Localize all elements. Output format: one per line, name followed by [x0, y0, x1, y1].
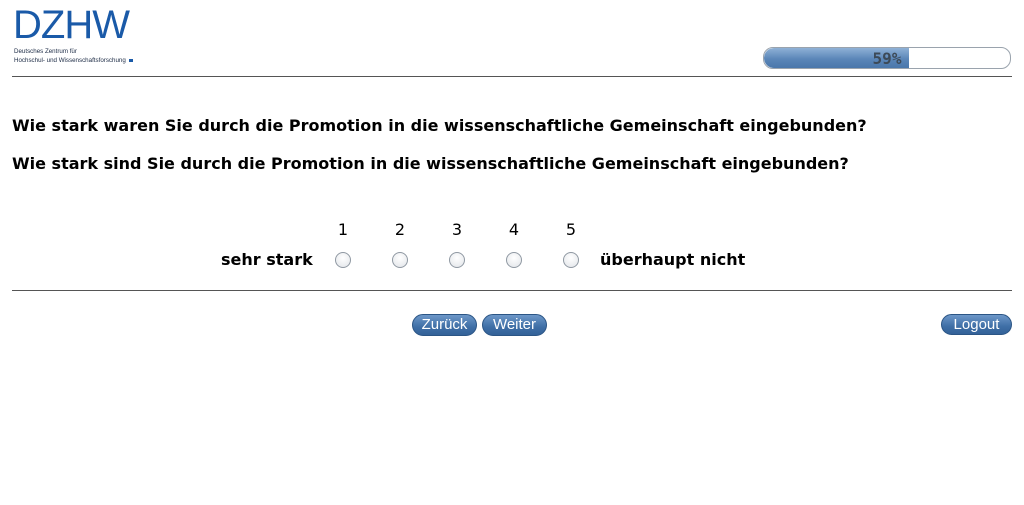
next-button[interactable]: Weiter	[482, 314, 547, 336]
progress-label: 59%	[872, 49, 902, 68]
logo-dot-icon	[128, 58, 133, 62]
logo-subtitle-line2: Hochschul- und Wissenschaftsforschung	[14, 57, 126, 64]
rating-radio-4[interactable]	[506, 252, 522, 268]
scale-number-1: 1	[337, 220, 349, 239]
back-button[interactable]: Zurück	[412, 314, 477, 336]
question-text-present: Wie stark sind Sie durch die Promotion i…	[12, 154, 849, 173]
scale-right-anchor: überhaupt nicht	[600, 250, 746, 269]
rating-radio-3[interactable]	[449, 252, 465, 268]
footer-divider	[12, 290, 1012, 291]
question-text-past: Wie stark waren Sie durch die Promotion …	[12, 116, 867, 135]
logo-subtitle: Deutsches Zentrum für Hochschul- und Wis…	[14, 47, 133, 65]
rating-radio-2[interactable]	[392, 252, 408, 268]
scale-left-anchor: sehr stark	[221, 250, 313, 269]
logo-subtitle-line1: Deutsches Zentrum für	[14, 48, 77, 55]
scale-number-3: 3	[451, 220, 463, 239]
header-divider	[12, 76, 1012, 77]
logo-wordmark: DZHW	[13, 3, 130, 47]
dzhw-logo: DZHW Deutsches Zentrum für Hochschul- un…	[13, 5, 153, 69]
logout-button[interactable]: Logout	[941, 314, 1012, 335]
scale-number-5: 5	[565, 220, 577, 239]
rating-radio-5[interactable]	[563, 252, 579, 268]
scale-number-2: 2	[394, 220, 406, 239]
rating-radio-1[interactable]	[335, 252, 351, 268]
scale-number-4: 4	[508, 220, 520, 239]
progress-bar: 59%	[763, 47, 1011, 69]
